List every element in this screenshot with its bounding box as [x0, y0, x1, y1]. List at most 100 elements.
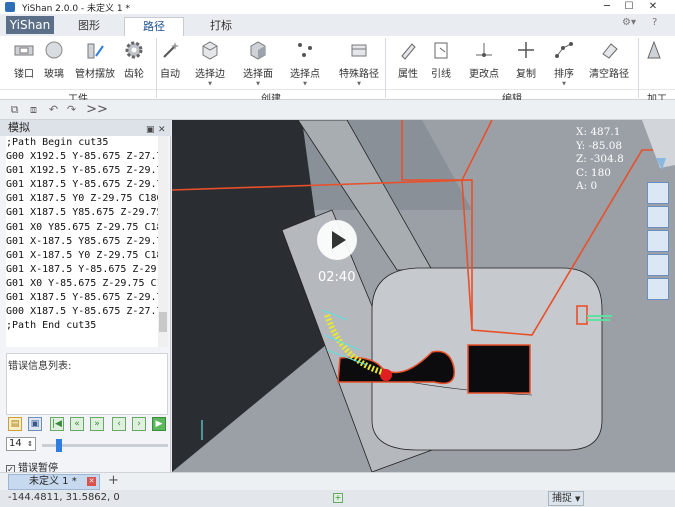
coordinate-readout: X: 487.1 Y: -85.08 Z: -304.8 C: 180 A: 0	[576, 126, 624, 193]
app-logo[interactable]: YiShan	[6, 16, 54, 34]
settings-icon[interactable]: ⚙▾	[622, 17, 636, 28]
gcode-line: G01 X187.5 Y0 Z-29.75 C180 A0	[6, 193, 158, 205]
gcode-line: G00 X192.5 Y-85.675 Z-27.75 C1	[6, 151, 158, 163]
edit-copy-button[interactable]: 复制	[506, 38, 546, 84]
error-list-label: 错误信息列表:	[8, 361, 72, 372]
gcode-line: ;Path Begin cut35	[6, 137, 109, 148]
group-edit-label: 编辑	[386, 89, 638, 105]
tab-path[interactable]: 路径	[124, 17, 184, 36]
cursor-coordinates: -144.4811, 31.5862, 0	[8, 492, 120, 503]
window-title: YiShan 2.0.0 - 未定义 1 *	[22, 4, 130, 14]
open-icon[interactable]: ⧈	[27, 103, 40, 116]
gcode-line: G01 X-187.5 Y0 Z-29.75 C180 A0	[6, 249, 158, 261]
tab-marking[interactable]: 打标	[196, 17, 246, 36]
status-bar: -144.4811, 31.5862, 0 + 捕捉 ▼	[0, 490, 675, 507]
panel-title: 模拟	[8, 121, 30, 134]
create-select-edge-button[interactable]: 选择边 ▼	[190, 38, 230, 87]
create-select-point-button[interactable]: 选择点 ▼	[285, 38, 325, 87]
open-file-icon[interactable]: ▤	[8, 417, 22, 431]
slider-handle[interactable]	[56, 439, 62, 452]
create-auto-button[interactable]: 自动	[150, 38, 190, 84]
gcode-line: G01 X187.5 Y-85.675 Z-29.75 C1	[6, 292, 158, 304]
select-edge-icon	[200, 40, 220, 60]
rect-hole	[467, 344, 531, 394]
help-icon[interactable]: ?	[652, 17, 657, 28]
mortise-icon	[14, 40, 34, 60]
tool-tube-placement-button[interactable]: 管材摆放	[72, 38, 118, 84]
speed-spinner[interactable]: 14 ⇕	[6, 437, 36, 451]
tool-point	[380, 369, 392, 381]
eraser-icon	[599, 40, 619, 60]
add-tab-button[interactable]: +	[108, 473, 119, 488]
scrollbar-thumb[interactable]	[159, 312, 167, 332]
gcode-scrollbar[interactable]	[158, 136, 168, 347]
tool-gear-button[interactable]: 齿轮	[114, 38, 154, 84]
chevron-down-icon: ▼	[575, 495, 581, 503]
first-step-icon[interactable]: |◀	[50, 417, 64, 431]
create-select-face-button[interactable]: 选择面 ▼	[238, 38, 278, 87]
view-fit-button[interactable]	[647, 182, 669, 204]
magic-wand-icon	[160, 40, 180, 60]
minimize-button[interactable]: ─	[596, 0, 618, 14]
grid-toggle-icon[interactable]: +	[333, 493, 343, 503]
close-button[interactable]: ✕	[642, 0, 664, 14]
edit-sort-button[interactable]: 排序 ▼	[544, 38, 584, 87]
redo-icon[interactable]: ↷	[65, 103, 78, 116]
title-bar: YiShan 2.0.0 - 未定义 1 * ─ ☐ ✕	[0, 0, 675, 14]
undo-icon[interactable]: ↶	[47, 103, 60, 116]
fast-forward-icon[interactable]: »	[90, 417, 104, 431]
group-process-label: 加工	[639, 89, 675, 105]
gcode-line: G01 X192.5 Y-85.675 Z-29.75 C1	[6, 165, 158, 177]
gcode-line: G01 X0 Y-85.675 Z-29.75 C180 A	[6, 277, 158, 289]
gcode-line: ;Path End cut35	[6, 320, 97, 332]
view-filter-button[interactable]	[647, 254, 669, 276]
edit-lead-button[interactable]: 引线	[421, 38, 461, 84]
play-icon[interactable]: ▶	[152, 417, 166, 431]
fast-back-icon[interactable]: «	[70, 417, 84, 431]
pencil-icon	[398, 40, 418, 60]
playback-controls: ▤ ▣ |◀ « » ‹ › ▶	[6, 416, 168, 436]
sort-icon	[554, 40, 574, 60]
process-button[interactable]	[636, 38, 672, 84]
edit-change-point-button[interactable]: 更改点	[464, 38, 504, 84]
more-button[interactable]: >>	[84, 103, 110, 116]
edit-clear-path-button[interactable]: 清空路径	[586, 38, 632, 84]
select-face-icon	[248, 40, 268, 60]
snap-dropdown[interactable]: 捕捉 ▼	[548, 491, 584, 506]
step-forward-icon[interactable]: ›	[132, 417, 146, 431]
new-icon[interactable]: ⧉	[8, 103, 21, 116]
change-point-icon	[474, 40, 494, 60]
ribbon: 镂口 玻璃 管材摆放 齿轮 工件 自动 选择边▼ 选择面▼ 选择点▼ 特殊路径▼…	[0, 36, 675, 105]
view-toggle-button[interactable]	[647, 278, 669, 300]
speed-slider[interactable]	[42, 439, 168, 452]
view-iso-button[interactable]	[647, 206, 669, 228]
copy-icon	[516, 40, 536, 60]
app-window: YiShan 2.0.0 - 未定义 1 * ─ ☐ ✕ YiShan 图形 路…	[0, 0, 675, 507]
tool-glass-button[interactable]: 玻璃	[34, 38, 74, 84]
tab-graphics[interactable]: 图形	[66, 17, 112, 36]
tab-close-icon[interactable]: ✕	[87, 477, 96, 486]
view-cube-button[interactable]	[647, 230, 669, 252]
gcode-line: G01 X187.5 Y85.675 Z-29.75 C18	[6, 207, 158, 219]
select-point-icon	[295, 40, 315, 60]
group-tools-label: 工件	[0, 89, 156, 105]
gcode-line: G01 X0 Y85.675 Z-29.75 C180 A0	[6, 221, 158, 233]
video-play-icon[interactable]	[317, 220, 357, 260]
save-icon[interactable]: ▣	[28, 417, 42, 431]
special-path-icon	[349, 40, 369, 60]
app-icon	[5, 2, 15, 12]
gear-icon	[124, 40, 144, 60]
tab-document[interactable]: 未定义 1 * ✕	[8, 474, 100, 490]
glass-icon	[44, 40, 64, 60]
create-special-path-button[interactable]: 特殊路径 ▼	[336, 38, 382, 87]
maximize-button[interactable]: ☐	[618, 0, 640, 14]
tube-icon	[85, 40, 105, 60]
spinner-arrows-icon[interactable]: ⇕	[27, 438, 33, 450]
step-back-icon[interactable]: ‹	[112, 417, 126, 431]
menu-bar: YiShan 图形 路径 打标 ⚙▾ ?	[0, 14, 675, 36]
gcode-list[interactable]: ;Path Begin cut35 G00 X192.5 Y-85.675 Z-…	[6, 136, 158, 347]
3d-viewport[interactable]: X: 487.1 Y: -85.08 Z: -304.8 C: 180 A: 0…	[172, 120, 675, 472]
simulation-panel: 模拟 ▣ ✕ ;Path Begin cut35 G00 X192.5 Y-85…	[0, 120, 171, 474]
document-tab-bar: 未定义 1 * ✕ +	[0, 472, 675, 490]
gcode-line: G01 X-187.5 Y-85.675 Z-29.75 C	[6, 263, 158, 275]
